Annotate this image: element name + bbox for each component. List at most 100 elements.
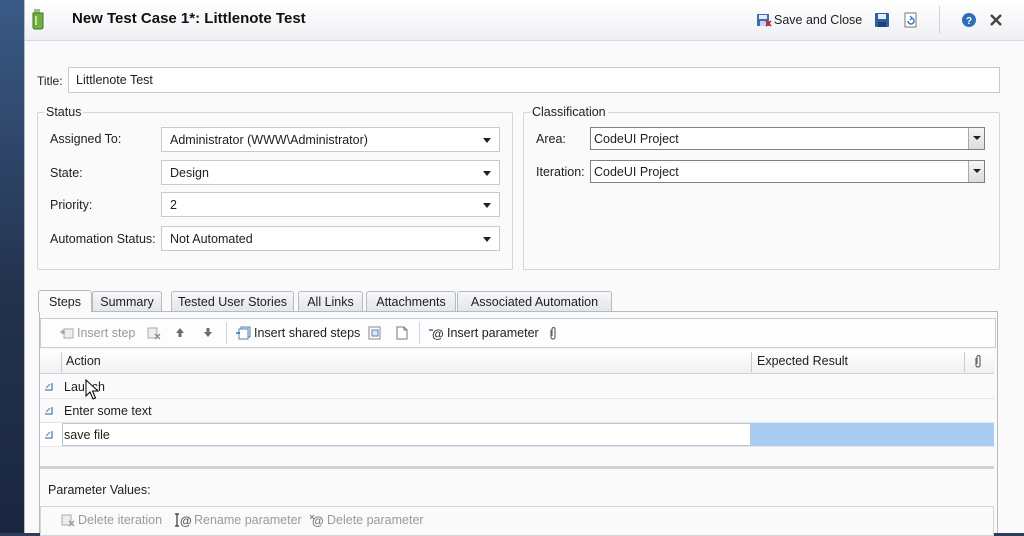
delete-iteration-label: Delete iteration (78, 513, 163, 527)
state-dropdown[interactable]: Design (161, 160, 500, 185)
delete-iteration-button[interactable]: Delete iteration (60, 513, 162, 527)
iteration-combobox[interactable]: CodeUI Project (590, 160, 985, 183)
chevron-down-icon (483, 170, 491, 176)
shared-steps-icon (236, 326, 251, 340)
window-titlebar: New Test Case 1*: Littlenote Test Save a… (25, 0, 1024, 41)
step-icon (45, 383, 53, 391)
arrow-up-icon (176, 328, 184, 337)
delete-parameter-icon: @ (309, 514, 324, 527)
parameter-values-label: Parameter Values: (48, 483, 151, 497)
automation-status-value: Not Automated (170, 231, 253, 246)
step-icon (45, 431, 53, 439)
iteration-label: Iteration: (536, 165, 585, 179)
help-button[interactable]: ? (961, 10, 977, 30)
title-label: Title: (37, 74, 63, 88)
svg-text:@: @ (180, 514, 192, 527)
arrow-down-icon (204, 328, 212, 337)
move-step-up-button[interactable] (174, 326, 186, 338)
toolbar-separator (419, 322, 420, 344)
step-icon (45, 407, 53, 415)
move-step-down-button[interactable] (202, 326, 214, 338)
tab-attachments[interactable]: Attachments (366, 291, 456, 312)
delete-step-icon (147, 327, 161, 340)
insert-shared-steps-label: Insert shared steps (254, 326, 361, 340)
step-action-text[interactable]: save file (64, 428, 110, 442)
assigned-to-value: Administrator (WWW\Administrator) (170, 132, 368, 147)
steps-toolbar: Insert step Insert shared steps @ Insert… (40, 318, 996, 348)
assigned-to-label: Assigned To: (50, 132, 122, 146)
help-icon: ? (962, 13, 976, 27)
priority-value: 2 (170, 197, 177, 212)
pane-splitter[interactable] (40, 466, 994, 469)
chevron-down-icon (483, 137, 491, 143)
action-column-header[interactable]: Action (66, 354, 101, 368)
status-group-label: Status (44, 105, 84, 119)
save-button[interactable] (874, 10, 890, 30)
paperclip-icon (550, 326, 556, 340)
create-shared-steps-icon (368, 326, 381, 340)
automation-status-dropdown[interactable]: Not Automated (161, 226, 500, 251)
insert-step-label: Insert step (77, 326, 136, 340)
close-button[interactable] (989, 10, 1003, 30)
save-and-close-label: Save and Close (774, 13, 863, 27)
chevron-down-icon (483, 236, 491, 242)
tab-steps[interactable]: Steps (38, 290, 92, 312)
desktop-background (0, 0, 24, 533)
insert-parameter-label: Insert parameter (447, 326, 539, 340)
area-combobox[interactable]: CodeUI Project (590, 127, 985, 150)
dropdown-arrow-icon[interactable] (968, 128, 984, 149)
title-input[interactable]: Littlenote Test (68, 67, 1000, 93)
steps-grid-header: Action Expected Result (40, 350, 994, 374)
svg-text:?: ? (966, 16, 972, 27)
open-shared-steps-button[interactable] (395, 326, 409, 340)
step-row[interactable]: Enter some text (40, 399, 994, 423)
rename-parameter-icon: @ (175, 513, 192, 527)
automation-status-label: Automation Status: (50, 232, 156, 246)
action-cell-editing[interactable] (62, 423, 751, 446)
insert-parameter-button[interactable]: @ Insert parameter (429, 326, 539, 340)
tab-all-links[interactable]: All Links (298, 291, 363, 312)
close-icon (990, 14, 1002, 26)
delete-step-button[interactable] (146, 326, 162, 340)
priority-label: Priority: (50, 198, 93, 212)
save-and-close-button[interactable]: Save and Close (756, 10, 862, 30)
area-label: Area: (536, 132, 566, 146)
expected-result-cell-selected[interactable] (751, 423, 994, 446)
create-shared-steps-button[interactable] (367, 326, 383, 340)
window-title: New Test Case 1*: Littlenote Test (72, 10, 306, 27)
tab-associated-automation[interactable]: Associated Automation (457, 291, 612, 312)
column-separator (751, 352, 752, 372)
test-case-icon (32, 9, 44, 30)
attach-button[interactable] (548, 326, 558, 341)
refresh-document-icon (904, 12, 917, 28)
priority-dropdown[interactable]: 2 (161, 192, 500, 217)
column-separator (964, 352, 965, 372)
insert-parameter-icon: @ (429, 327, 444, 340)
tab-summary[interactable]: Summary (92, 291, 162, 312)
refresh-button[interactable] (903, 10, 919, 30)
assigned-to-dropdown[interactable]: Administrator (WWW\Administrator) (161, 127, 500, 152)
state-label: State: (50, 166, 83, 180)
insert-shared-steps-button[interactable]: Insert shared steps (236, 326, 360, 340)
toolbar-separator (939, 6, 940, 34)
mouse-cursor-icon (85, 379, 99, 400)
rename-parameter-button[interactable]: @ Rename parameter (174, 513, 302, 527)
save-close-icon (757, 14, 772, 27)
tab-tested-user-stories[interactable]: Tested User Stories (171, 291, 294, 312)
step-action-text[interactable]: Enter some text (64, 404, 152, 418)
column-separator (61, 352, 62, 372)
insert-step-button[interactable]: Insert step (59, 326, 135, 340)
area-value: CodeUI Project (594, 131, 679, 146)
delete-parameter-label: Delete parameter (327, 513, 424, 527)
delete-parameter-button[interactable]: @ Delete parameter (309, 513, 424, 527)
svg-text:@: @ (432, 327, 444, 340)
parameter-toolbar: Delete iteration @ Rename parameter @ De… (40, 506, 994, 536)
chevron-down-icon (483, 202, 491, 208)
attachment-column-icon (975, 354, 981, 368)
step-row-selected[interactable]: save file (40, 423, 994, 447)
step-row[interactable]: Launch (40, 375, 994, 399)
iteration-value: CodeUI Project (594, 164, 679, 179)
dropdown-arrow-icon[interactable] (968, 161, 984, 182)
toolbar-separator (226, 322, 227, 344)
expected-result-column-header[interactable]: Expected Result (757, 354, 848, 368)
